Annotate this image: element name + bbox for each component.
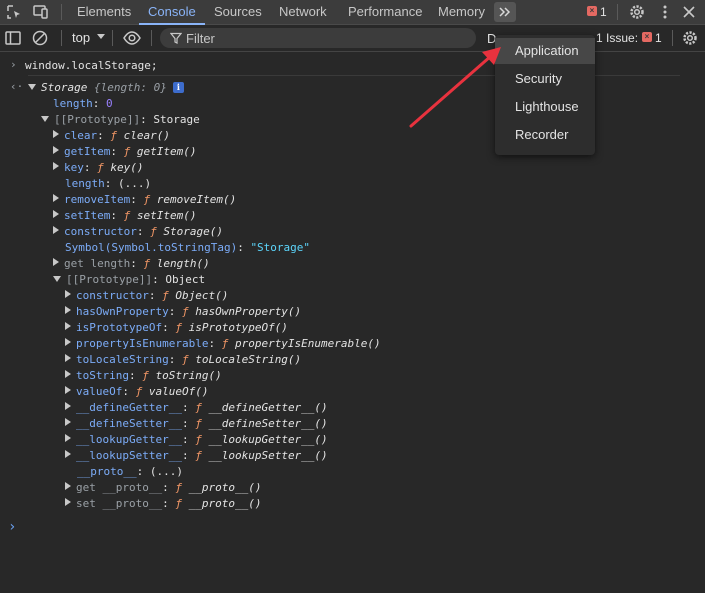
collapsed-triangle-icon[interactable] — [53, 210, 59, 218]
annotation-arrow-icon — [409, 47, 501, 128]
tab-console[interactable]: Console — [139, 0, 205, 25]
tree-row[interactable]: constructor: ƒ Object() — [65, 288, 228, 304]
tree-row[interactable]: __defineGetter__: ƒ __defineGetter__() — [65, 400, 328, 416]
tree-row[interactable]: key: ƒ key() — [53, 160, 144, 176]
collapsed-triangle-icon[interactable] — [53, 130, 59, 138]
info-icon[interactable]: i — [172, 82, 184, 93]
issues-error-icon[interactable]: × — [642, 32, 652, 42]
console-toolbar: top D 1 Issue: × 1 — [0, 25, 705, 52]
result-preview: {length: 0} — [93, 81, 167, 94]
inspect-element-icon[interactable] — [5, 3, 23, 21]
close-devtools-icon[interactable] — [680, 3, 698, 21]
collapsed-triangle-icon[interactable] — [65, 434, 71, 442]
tree-row[interactable]: [[Prototype]]: Storage — [41, 112, 200, 128]
tree-row[interactable]: set __proto__: ƒ __proto__() — [65, 496, 261, 512]
expanded-triangle-icon[interactable] — [53, 276, 61, 282]
tree-row[interactable]: isPrototypeOf: ƒ isPrototypeOf() — [65, 320, 288, 336]
tab-memory[interactable]: Memory — [438, 0, 485, 24]
clear-console-icon[interactable] — [31, 29, 49, 47]
collapsed-triangle-icon[interactable] — [53, 258, 59, 266]
collapsed-triangle-icon[interactable] — [65, 354, 71, 362]
tree-row[interactable]: [[Prototype]]: Object — [53, 272, 205, 288]
collapsed-triangle-icon[interactable] — [65, 322, 71, 330]
error-count[interactable]: 1 — [600, 5, 607, 19]
tab-performance[interactable]: Performance — [348, 0, 422, 24]
collapsed-triangle-icon[interactable] — [53, 226, 59, 234]
collapsed-triangle-icon[interactable] — [53, 194, 59, 202]
collapsed-triangle-icon[interactable] — [65, 306, 71, 314]
tab-bar-divider — [617, 4, 618, 20]
more-options-kebab-icon[interactable] — [656, 3, 674, 21]
toolbar-divider — [112, 30, 113, 46]
tab-network[interactable]: Network — [279, 0, 327, 24]
devtools-tab-bar: Elements Console Sources Network Perform… — [0, 0, 705, 25]
collapsed-triangle-icon[interactable] — [65, 498, 71, 506]
tree-row[interactable]: valueOf: ƒ valueOf() — [65, 384, 208, 400]
settings-gear-icon[interactable] — [628, 3, 646, 21]
toolbar-divider — [672, 30, 673, 46]
result-return-arrow-icon: ‹· — [10, 80, 24, 93]
tree-row[interactable]: length: (...) — [65, 176, 151, 192]
tree-row[interactable]: __proto__: (...) — [77, 464, 183, 480]
console-output: › window.localStorage; ‹· Storage {lengt… — [0, 52, 705, 593]
filter-funnel-icon — [169, 32, 183, 44]
tree-row[interactable]: __lookupSetter__: ƒ __lookupSetter__() — [65, 448, 328, 464]
error-badge-icon[interactable]: × — [587, 6, 597, 16]
expanded-triangle-icon[interactable] — [41, 116, 49, 122]
tree-row[interactable]: hasOwnProperty: ƒ hasOwnProperty() — [65, 304, 301, 320]
console-settings-gear-icon[interactable] — [681, 29, 699, 47]
live-expression-eye-icon[interactable] — [122, 29, 141, 47]
tree-row[interactable]: toLocaleString: ƒ toLocaleString() — [65, 352, 301, 368]
collapsed-triangle-icon[interactable] — [65, 482, 71, 490]
collapsed-triangle-icon[interactable] — [53, 162, 59, 170]
input-caret-icon: › — [10, 58, 17, 71]
tree-row[interactable]: get __proto__: ƒ __proto__() — [65, 480, 261, 496]
console-command[interactable]: window.localStorage; — [25, 58, 157, 74]
tab-elements[interactable]: Elements — [77, 0, 131, 24]
issues-count[interactable]: 1 — [655, 31, 662, 45]
issues-counter-label[interactable]: 1 Issue: — [596, 31, 638, 45]
tree-row[interactable]: propertyIsEnumerable: ƒ propertyIsEnumer… — [65, 336, 381, 352]
context-select[interactable]: top — [72, 30, 90, 45]
tree-row[interactable]: __defineSetter__: ƒ __defineSetter__() — [65, 416, 328, 432]
more-tabs-chevron-icon[interactable] — [494, 2, 516, 22]
chevron-down-icon[interactable] — [97, 34, 105, 39]
sidebar-toggle-icon[interactable] — [4, 29, 22, 47]
device-toolbar-icon[interactable] — [32, 3, 50, 21]
tree-row[interactable]: clear: ƒ clear() — [53, 128, 170, 144]
tree-row[interactable]: getItem: ƒ getItem() — [53, 144, 196, 160]
tab-sources[interactable]: Sources — [214, 0, 262, 24]
collapsed-triangle-icon[interactable] — [65, 370, 71, 378]
result-type: Storage — [41, 81, 88, 94]
tree-row[interactable]: constructor: ƒ Storage() — [53, 224, 223, 240]
tree-row[interactable]: Symbol(Symbol.toStringTag): "Storage" — [65, 240, 310, 256]
collapsed-triangle-icon[interactable] — [65, 386, 71, 394]
toolbar-divider — [61, 30, 62, 46]
tree-row[interactable]: removeItem: ƒ removeItem() — [53, 192, 236, 208]
console-prompt-caret-icon[interactable]: › — [8, 519, 16, 535]
tree-row[interactable]: setItem: ƒ setItem() — [53, 208, 196, 224]
collapsed-triangle-icon[interactable] — [53, 146, 59, 154]
command-text: window.localStorage; — [25, 59, 158, 72]
collapsed-triangle-icon[interactable] — [65, 450, 71, 458]
tree-row[interactable]: length: 0 — [53, 96, 113, 112]
collapsed-triangle-icon[interactable] — [65, 290, 71, 298]
tree-row[interactable]: __lookupGetter__: ƒ __lookupGetter__() — [65, 432, 328, 448]
collapsed-triangle-icon[interactable] — [65, 418, 71, 426]
tree-row[interactable]: toString: ƒ toString() — [65, 368, 222, 384]
tree-row[interactable]: get length: ƒ length() — [53, 256, 210, 272]
collapsed-triangle-icon[interactable] — [65, 338, 71, 346]
expanded-triangle-icon[interactable] — [28, 84, 36, 90]
tab-bar-divider — [61, 4, 62, 20]
collapsed-triangle-icon[interactable] — [65, 402, 71, 410]
tree-row-storage[interactable]: Storage {length: 0} i — [28, 80, 184, 96]
toolbar-divider — [151, 30, 152, 46]
